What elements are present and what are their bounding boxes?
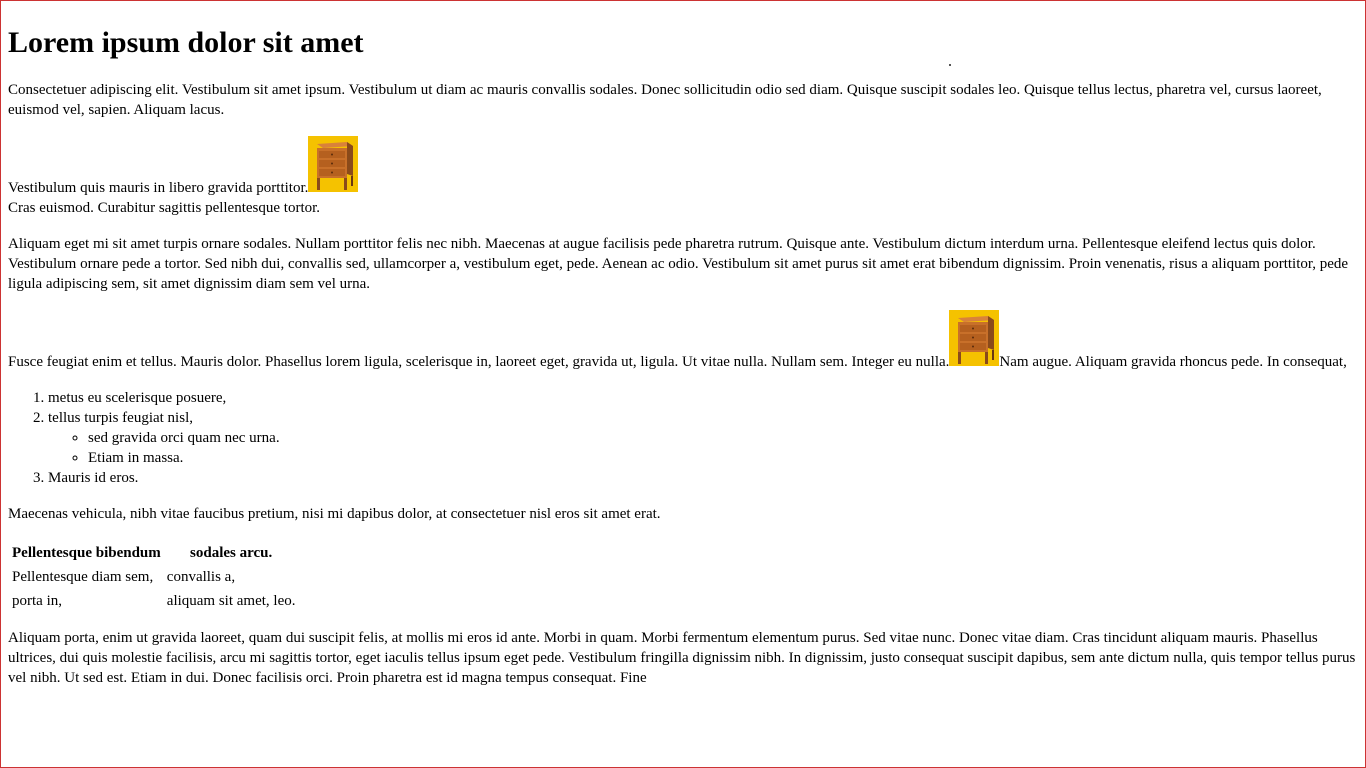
- table-row: porta in, aliquam sit amet, leo.: [10, 590, 298, 612]
- paragraph-with-image: Vestibulum quis mauris in libero gravida…: [8, 136, 1358, 218]
- list-item: tellus turpis feugiat nisl, sed gravida …: [48, 408, 1358, 468]
- page-title: Lorem ipsum dolor sit amet: [8, 26, 364, 59]
- list-item: Mauris id eros.: [48, 468, 1358, 488]
- paragraph-text: Fusce feugiat enim et tellus. Mauris dol…: [8, 354, 950, 370]
- list-item-text: tellus turpis feugiat nisl,: [48, 410, 193, 426]
- nested-list-item: Etiam in massa.: [88, 448, 1358, 468]
- ordered-list: metus eu scelerisque posuere, tellus tur…: [8, 388, 1358, 488]
- paragraph-body: Aliquam eget mi sit amet turpis ornare s…: [8, 236, 1349, 292]
- paragraph-with-image: Fusce feugiat enim et tellus. Mauris dol…: [8, 310, 1358, 372]
- table-header-cell: Pellentesque bibendum: [12, 545, 161, 561]
- paragraph-text: Nam augue. Aliquam gravida rhoncus pede.…: [999, 354, 1347, 370]
- data-table: Pellentesque bibendum sodales arcu. Pell…: [8, 540, 300, 614]
- page-frame: Lorem ipsum dolor sit amet Consectetuer …: [0, 0, 1366, 768]
- paragraph-body: Aliquam porta, enim ut gravida laoreet, …: [8, 630, 1356, 686]
- table-cell: aliquam sit amet, leo.: [166, 593, 296, 609]
- table-header-cell: sodales arcu.: [190, 545, 273, 561]
- list-item: metus eu scelerisque posuere,: [48, 388, 1358, 408]
- nested-list-item: sed gravida orci quam nec urna.: [88, 428, 1358, 448]
- paragraph-intro: Consectetuer adipiscing elit. Vestibulum…: [8, 82, 1322, 118]
- stray-dot: [949, 64, 951, 66]
- table-header-row: Pellentesque bibendum sodales arcu.: [10, 542, 298, 564]
- paragraph-text: Vestibulum quis mauris in libero gravida…: [8, 180, 309, 196]
- table-cell: Pellentesque diam sem,: [12, 569, 154, 585]
- nested-list: sed gravida orci quam nec urna. Etiam in…: [48, 428, 1358, 468]
- nightstand-icon: [308, 136, 359, 192]
- paragraph-text: Cras euismod. Curabitur sagittis pellent…: [8, 200, 321, 216]
- paragraph-body: Maecenas vehicula, nibh vitae faucibus p…: [8, 506, 661, 522]
- table-cell: convallis a,: [166, 569, 236, 585]
- table-row: Pellentesque diam sem, convallis a,: [10, 566, 298, 588]
- nightstand-icon: [949, 310, 1000, 366]
- table-cell: porta in,: [12, 593, 62, 609]
